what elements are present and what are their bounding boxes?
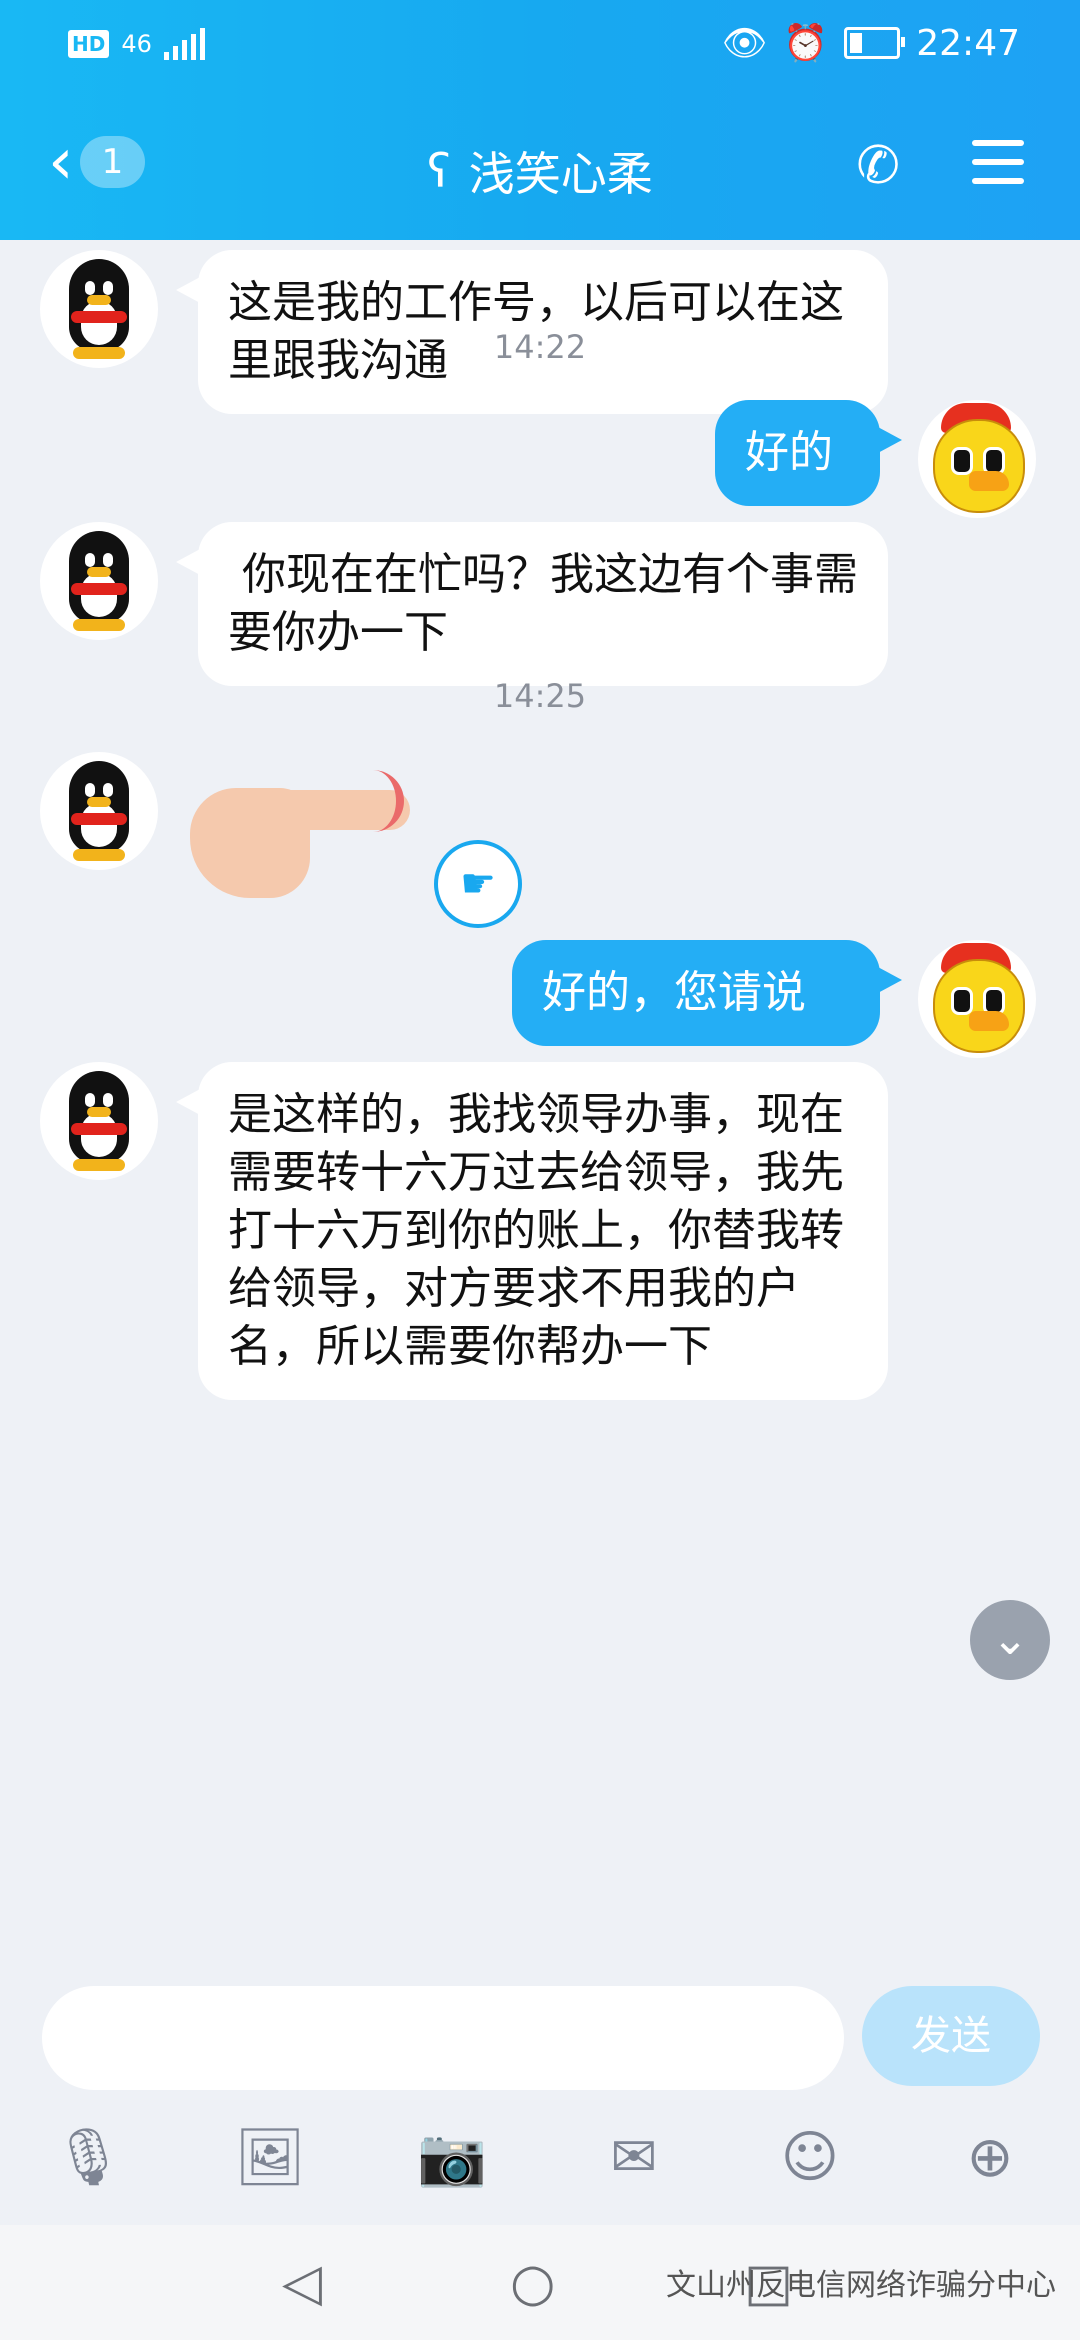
watermark: 文山州反电信网络诈骗分中心 xyxy=(666,2268,1056,2303)
chick-icon xyxy=(921,403,1033,515)
my-avatar[interactable] xyxy=(918,940,1036,1058)
clock: 22:47 xyxy=(916,22,1020,64)
my-avatar[interactable] xyxy=(918,400,1036,518)
battery-icon xyxy=(844,27,906,59)
chick-icon xyxy=(921,943,1033,1055)
page-title: ʕ 浅笑心柔 xyxy=(0,138,1080,204)
home-nav-icon[interactable]: ○ xyxy=(510,2253,555,2313)
chat-header: ‹ 1 ʕ 浅笑心柔 ✆ xyxy=(0,90,1080,240)
input-bar: 发送 xyxy=(0,1970,1080,2095)
contact-avatar[interactable] xyxy=(40,752,158,870)
ear-icon: ʕ xyxy=(427,144,451,198)
alarm-icon: ⏰ xyxy=(783,23,829,64)
penguin-icon xyxy=(59,531,139,631)
image-icon[interactable]: 🖼 xyxy=(230,2123,310,2193)
penguin-icon xyxy=(59,1071,139,1171)
sticker-badge-icon[interactable]: ☛ xyxy=(434,840,522,928)
scroll-down-button[interactable]: ⌄ xyxy=(970,1600,1050,1680)
message-input[interactable] xyxy=(42,1986,844,2090)
toolbar: 🎙 🖼 📷 ✉ ☺ ⊕ xyxy=(0,2095,1080,2225)
send-button[interactable]: 发送 xyxy=(862,1986,1040,2086)
incoming-message[interactable]: 是这样的，我找领导办事，现在需要转十六万过去给领导，我先打十六万到你的账上，你替… xyxy=(176,1062,888,1400)
contact-avatar[interactable] xyxy=(40,522,158,640)
camera-icon[interactable]: 📷 xyxy=(412,2123,492,2193)
red-packet-icon[interactable]: ✉ xyxy=(594,2123,674,2193)
menu-icon[interactable] xyxy=(972,140,1024,197)
outgoing-message[interactable]: 好的，您请说 xyxy=(512,940,902,1046)
network-label: 46 xyxy=(121,30,152,58)
plus-icon[interactable]: ⊕ xyxy=(950,2123,1030,2193)
incoming-message[interactable]: 你现在在忙吗？我这边有个事需要你办一下 xyxy=(176,522,888,686)
emoji-icon[interactable]: ☺ xyxy=(770,2123,850,2193)
message-list[interactable]: 这是我的工作号，以后可以在这里跟我沟通 14:22 好的 你现在在忙吗？我这边有… xyxy=(0,240,1080,1970)
status-bar: HD 46 👁 ⏰ 22:47 xyxy=(0,0,1080,90)
contact-avatar[interactable] xyxy=(40,1062,158,1180)
eye-icon: 👁 xyxy=(721,23,768,64)
timestamp: 14:22 xyxy=(493,328,587,366)
phone-call-icon[interactable]: ✆ xyxy=(856,136,900,196)
penguin-icon xyxy=(59,761,139,861)
signal-icon xyxy=(163,28,205,60)
back-nav-icon[interactable]: ◁ xyxy=(282,2253,322,2313)
timestamp: 14:25 xyxy=(493,677,587,715)
hd-indicator: HD xyxy=(68,30,110,58)
microphone-icon[interactable]: 🎙 xyxy=(48,2123,128,2193)
contact-name: 浅笑心柔 xyxy=(468,147,653,201)
outgoing-message[interactable]: 好的 xyxy=(715,400,902,506)
pointing-hand-sticker[interactable] xyxy=(190,760,410,900)
top-bar: HD 46 👁 ⏰ 22:47 ‹ 1 ʕ 浅笑心柔 ✆ xyxy=(0,0,1080,240)
